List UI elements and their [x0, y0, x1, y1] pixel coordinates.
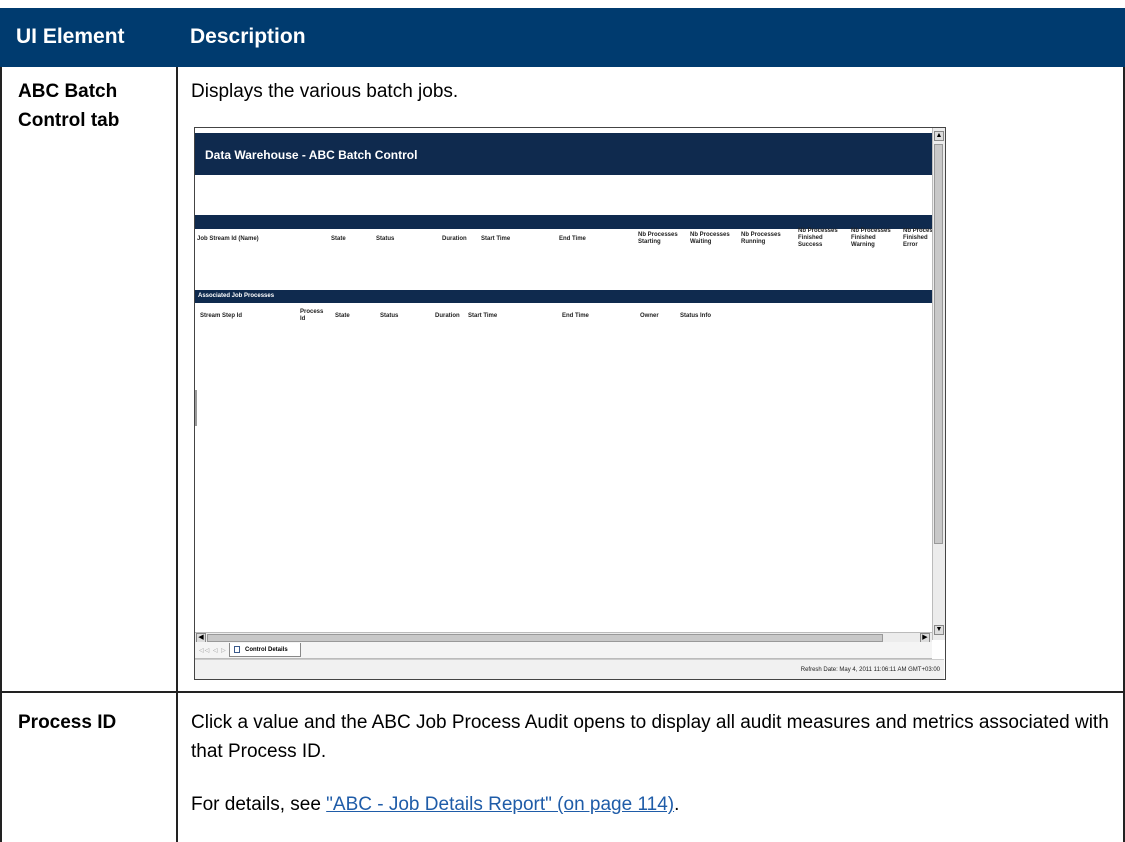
col-proc-status: Status: [380, 313, 399, 319]
pane-splitter[interactable]: [195, 390, 197, 426]
col-proc-start-time: Start Time: [468, 313, 498, 319]
vertical-scrollbar[interactable]: ▲ ▼: [932, 128, 945, 640]
batch-control-screenshot: Data Warehouse - ABC Batch Control Job S…: [194, 127, 946, 680]
col-proc-end-time: End Time: [562, 313, 589, 319]
report-title-bar: Data Warehouse - ABC Batch Control: [195, 133, 932, 175]
scroll-up-icon[interactable]: ▲: [934, 131, 944, 141]
job-streams-section-bar: [195, 215, 932, 229]
row-description-process-id: Click a value and the ABC Job Process Au…: [191, 712, 1109, 762]
col-nb-waiting: Nb Processes Waiting: [690, 232, 730, 245]
tab-control-details-label: Control Details: [245, 647, 288, 653]
col-status: Status: [376, 236, 395, 242]
scroll-down-icon[interactable]: ▼: [934, 625, 944, 635]
col-nb-starting: Nb Processes Starting: [638, 232, 678, 245]
col-nb-finished-warning: Nb Processes Finished Warning: [851, 228, 891, 248]
col-nb-finished-success: Nb Processes Finished Success: [798, 228, 838, 248]
col-stream-step-id: Stream Step Id: [200, 313, 243, 319]
refresh-date: Refresh Date: May 4, 2011 11:06:11 AM GM…: [800, 667, 940, 673]
col-process-id: Process Id: [300, 309, 324, 322]
header-description: Description: [190, 25, 306, 48]
row-description-abc-batch-control: Displays the various batch jobs.: [191, 81, 459, 102]
col-start-time: Start Time: [481, 236, 511, 242]
col-nb-running: Nb Processes Running: [741, 232, 781, 245]
associated-processes-bar: Associated Job Processes: [195, 290, 932, 303]
horizontal-scroll-thumb[interactable]: [207, 634, 883, 642]
table-header: UI Element Description: [0, 8, 1125, 67]
col-end-time: End Time: [559, 236, 586, 242]
details-prefix: For details, see: [191, 794, 327, 815]
table-left-border: [0, 67, 2, 842]
col-proc-state: State: [335, 313, 350, 319]
report-title: Data Warehouse - ABC Batch Control: [205, 148, 418, 162]
document-icon: [234, 646, 240, 653]
tab-control-details[interactable]: Control Details: [229, 643, 301, 657]
row-element-abc-batch-control: ABC Batch Control tab: [18, 81, 120, 131]
job-details-report-link[interactable]: "ABC - Job Details Report" (on page 114): [326, 794, 674, 815]
associated-processes-title: Associated Job Processes: [198, 293, 275, 299]
col-job-stream-id: Job Stream Id (Name): [197, 236, 259, 242]
details-suffix: .: [674, 794, 680, 815]
col-duration: Duration: [442, 236, 467, 242]
col-owner: Owner: [640, 313, 659, 319]
report-tab-strip: ◁◁ ◁ ▷ ▷▷ Control Details: [195, 642, 932, 659]
col-state: State: [331, 236, 346, 242]
row-element-process-id: Process ID: [18, 712, 117, 733]
col-status-info: Status Info: [680, 313, 711, 319]
header-ui-element: UI Element: [16, 25, 125, 48]
table-column-divider: [176, 67, 178, 842]
status-bar: Refresh Date: May 4, 2011 11:06:11 AM GM…: [195, 659, 944, 679]
row-details-process-id: For details, see "ABC - Job Details Repo…: [191, 790, 1111, 819]
vertical-scroll-thumb[interactable]: [934, 144, 943, 544]
row-divider: [0, 691, 1125, 693]
